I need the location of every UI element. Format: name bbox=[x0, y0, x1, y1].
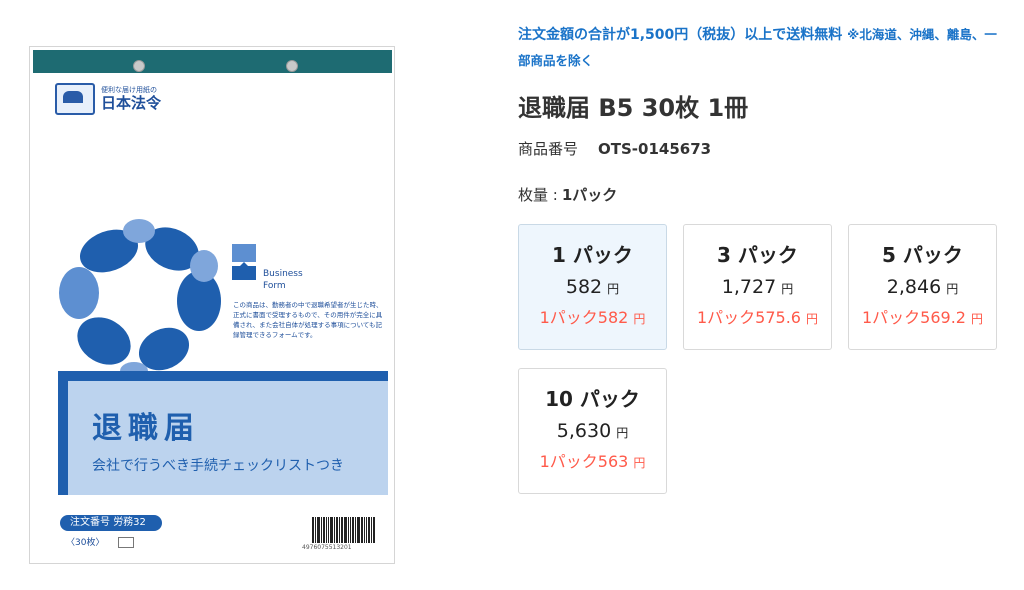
pack-option-1[interactable]: 1 パック 582 円 1パック582 円 bbox=[518, 224, 667, 350]
quantity-selection: 枚量 :1パック bbox=[518, 184, 617, 205]
punch-hole bbox=[286, 60, 298, 72]
pack-unit-price: 1パック569.2 円 bbox=[861, 308, 983, 327]
quantity-label: 枚量 : bbox=[518, 186, 558, 204]
order-number-pill: 注文番号 労務32 bbox=[60, 515, 162, 531]
pack-name: 1 パック bbox=[552, 243, 633, 267]
form-title-band: 退職届 会社で行うべき手続チェックリストつき bbox=[58, 371, 388, 495]
flower-graphic bbox=[59, 219, 221, 380]
product-number: 商品番号 OTS-0145673 bbox=[518, 138, 711, 159]
business-form-logo-icon bbox=[232, 244, 256, 280]
pack-option-5[interactable]: 5 パック 2,846 円 1パック569.2 円 bbox=[848, 224, 997, 350]
quantity-value: 1パック bbox=[561, 186, 618, 204]
pad-binding-strip bbox=[33, 50, 392, 73]
barcode-number: 4976075513201 bbox=[302, 544, 352, 551]
pack-unit-price: 1パック575.6 円 bbox=[696, 308, 818, 327]
free-shipping-notice: 注文金額の合計が1,500円（税抜）以上で送料無料 ※北海道、沖縄、離島、一部商… bbox=[518, 27, 997, 68]
barcode bbox=[312, 517, 376, 543]
pack-option-10[interactable]: 10 パック 5,630 円 1パック563 円 bbox=[518, 368, 667, 494]
punch-hole bbox=[133, 60, 145, 72]
business-form-label: Business Form bbox=[263, 269, 303, 291]
pack-name: 10 パック bbox=[545, 387, 640, 411]
form-title: 退職届 bbox=[92, 411, 200, 446]
pack-price: 1,727 円 bbox=[721, 276, 794, 298]
product-image[interactable]: 便利な届け用紙の 日本法令 Business Form この商品は、勤務者の中で… bbox=[29, 46, 395, 564]
product-description: この商品は、勤務者の中で退職希望者が生じた時、正式に書面で受理するもので、その用… bbox=[233, 301, 383, 339]
pack-option-3[interactable]: 3 パック 1,727 円 1パック575.6 円 bbox=[683, 224, 832, 350]
pack-unit-price: 1パック563 円 bbox=[539, 452, 646, 471]
price-box bbox=[118, 537, 134, 548]
pack-price: 582 円 bbox=[565, 276, 620, 298]
pack-name: 5 パック bbox=[882, 243, 963, 267]
pack-unit-price: 1パック582 円 bbox=[539, 308, 646, 327]
brand-logo: 便利な届け用紙の 日本法令 bbox=[55, 83, 161, 115]
pack-price: 2,846 円 bbox=[886, 276, 959, 298]
brand-name: 日本法令 bbox=[101, 94, 162, 112]
pack-price: 5,630 円 bbox=[556, 420, 629, 442]
product-number-label: 商品番号 bbox=[518, 140, 579, 158]
product-number-value: OTS-0145673 bbox=[598, 140, 712, 158]
form-subtitle: 会社で行うべき手続チェックリストつき bbox=[92, 458, 344, 474]
pack-name: 3 パック bbox=[717, 243, 798, 267]
brand-emblem-icon bbox=[55, 83, 95, 115]
product-title: 退職届 B5 30枚 1冊 bbox=[518, 94, 749, 122]
sheet-count: 〈30枚〉 bbox=[66, 538, 105, 548]
